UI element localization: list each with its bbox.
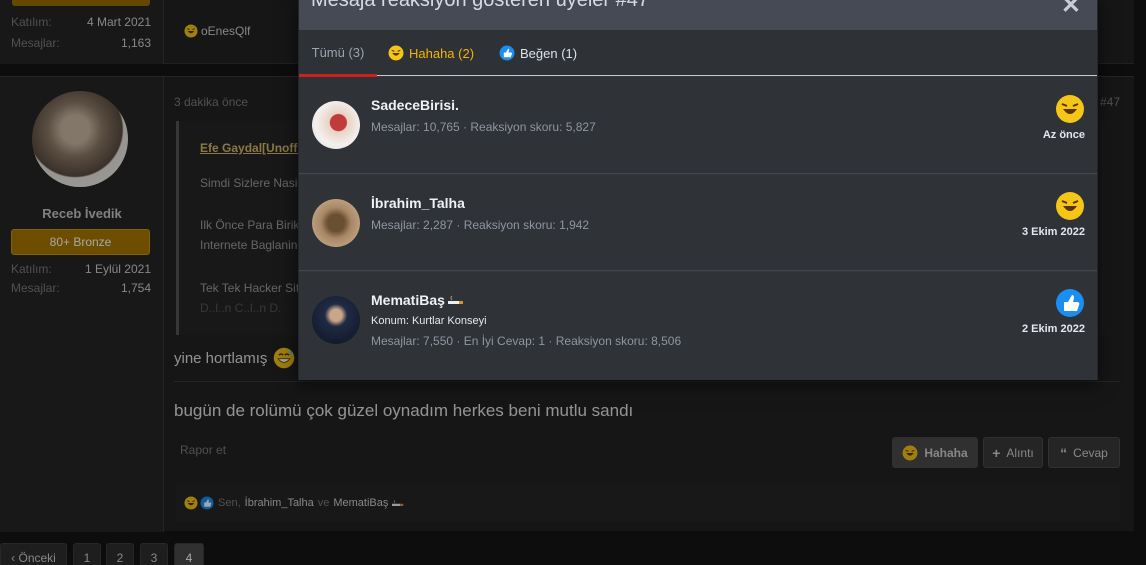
- haha-icon: [1056, 95, 1084, 123]
- reaction-date: Az önce: [1042, 129, 1085, 141]
- modal-header: Mesaja reaksiyon gösteren üyeler #47 ✕: [299, 0, 1097, 30]
- haha-icon: [1056, 192, 1084, 220]
- user-stats: Mesajlar: 7,550 · En İyi Cevap: 1 · Reak…: [371, 334, 682, 348]
- modal-title: Mesaja reaksiyon gösteren üyeler #47: [311, 0, 649, 11]
- tab-like[interactable]: Beğen (1): [499, 30, 577, 76]
- page-background: Katılım: 4 Mart 2021 Mesajlar: 1,163 oEn…: [0, 0, 1146, 565]
- avatar[interactable]: [312, 101, 360, 149]
- like-icon: [1056, 289, 1084, 317]
- tab-haha[interactable]: Hahaha (2): [388, 30, 474, 76]
- user-stats: Mesajlar: 2,287 · Reaksiyon skoru: 1,942: [371, 218, 590, 232]
- cigarette-icon: [447, 295, 463, 304]
- avatar[interactable]: [312, 296, 360, 344]
- haha-icon: [388, 45, 404, 61]
- user-location: Konum: Kurtlar Konseyi: [371, 315, 487, 327]
- reaction-user-row: İbrahim_Talha Mesajlar: 2,287 · Reaksiyo…: [299, 175, 1097, 271]
- tab-haha-label: Hahaha (2): [409, 45, 475, 61]
- reaction-date: 3 Ekim 2022: [1022, 226, 1085, 238]
- reaction-user-row: MematiBaş Konum: Kurtlar Konseyi Mesajla…: [299, 272, 1097, 380]
- avatar[interactable]: [312, 199, 360, 247]
- tab-all[interactable]: Tümü (3): [299, 30, 377, 77]
- reaction-tabs: Tümü (3) Hahaha (2) Beğen (1): [299, 30, 1097, 77]
- tab-like-label: Beğen (1): [520, 45, 578, 61]
- user-stats: Mesajlar: 10,765 · Reaksiyon skoru: 5,82…: [371, 120, 596, 134]
- user-name-row: MematiBaş: [371, 292, 464, 308]
- reactions-modal: Mesaja reaksiyon gösteren üyeler #47 ✕ T…: [298, 0, 1098, 380]
- close-icon[interactable]: ✕: [1061, 0, 1081, 20]
- reaction-user-row: SadeceBirisi. Mesajlar: 10,765 · Reaksiy…: [299, 77, 1097, 174]
- like-icon: [499, 45, 515, 61]
- user-name[interactable]: İbrahim_Talha: [371, 195, 465, 211]
- tab-all-label: Tümü (3): [311, 44, 365, 60]
- user-name[interactable]: SadeceBirisi.: [371, 97, 459, 113]
- reaction-date: 2 Ekim 2022: [1022, 323, 1085, 335]
- user-name[interactable]: MematiBaş: [371, 292, 445, 308]
